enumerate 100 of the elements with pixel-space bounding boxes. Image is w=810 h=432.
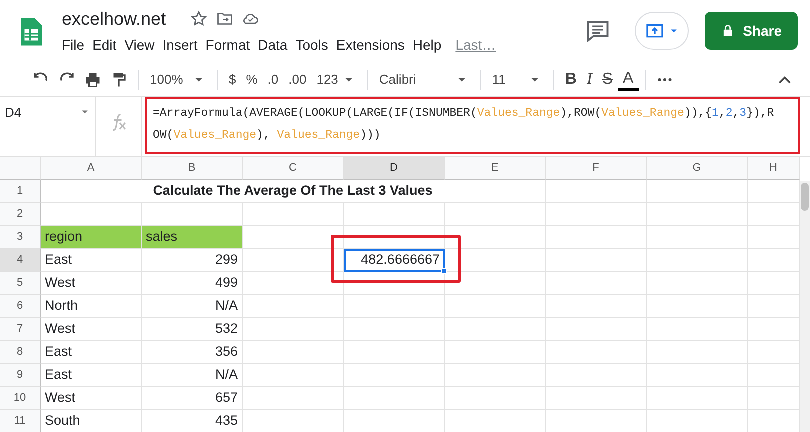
empty-cell[interactable] [243, 249, 344, 272]
font-dropdown[interactable]: Calibri [374, 68, 474, 92]
empty-cell[interactable] [647, 226, 748, 249]
empty-cell[interactable] [546, 387, 647, 410]
empty-cell[interactable] [445, 226, 546, 249]
empty-cell[interactable] [546, 341, 647, 364]
table-cell[interactable]: 482.6666667 [344, 249, 445, 272]
empty-cell[interactable] [647, 364, 748, 387]
empty-cell[interactable] [344, 387, 445, 410]
empty-cell[interactable] [243, 272, 344, 295]
menu-item[interactable]: Extensions [332, 34, 409, 56]
row-header[interactable]: 11 [0, 410, 41, 432]
column-header[interactable]: C [243, 157, 344, 180]
increase-decimals-button[interactable]: .00 [284, 68, 312, 92]
empty-cell[interactable] [243, 295, 344, 318]
column-header[interactable]: A [41, 157, 142, 180]
bold-button[interactable]: B [560, 68, 582, 92]
menu-item[interactable]: Tools [292, 34, 332, 56]
empty-cell[interactable] [647, 203, 748, 226]
number-format-dropdown[interactable]: 123 [312, 68, 362, 92]
menu-item[interactable]: Edit [88, 34, 121, 56]
last-edit-link[interactable]: Last… [456, 34, 496, 56]
row-header[interactable]: 1 [0, 180, 41, 203]
column-header[interactable]: D [344, 157, 445, 180]
row-header[interactable]: 4 [0, 249, 41, 272]
empty-cell[interactable] [647, 249, 748, 272]
share-button[interactable]: Share [705, 12, 798, 50]
font-size-dropdown[interactable]: 11 [487, 68, 548, 92]
empty-cell[interactable] [546, 180, 647, 203]
empty-cell[interactable] [546, 249, 647, 272]
menu-item[interactable]: Format [202, 34, 254, 56]
row-header[interactable]: 7 [0, 318, 41, 341]
empty-cell[interactable] [344, 226, 445, 249]
print-icon[interactable] [84, 71, 102, 89]
menu-item[interactable]: Data [254, 34, 292, 56]
empty-cell[interactable] [445, 249, 546, 272]
empty-cell[interactable] [344, 341, 445, 364]
empty-cell[interactable] [647, 272, 748, 295]
scrollbar[interactable] [800, 181, 810, 432]
column-header[interactable]: G [647, 157, 748, 180]
empty-cell[interactable] [445, 341, 546, 364]
folder-icon[interactable] [216, 10, 234, 28]
name-box[interactable]: D4 [0, 97, 96, 156]
row-header[interactable]: 6 [0, 295, 41, 318]
column-header[interactable]: B [142, 157, 243, 180]
fill-handle[interactable] [441, 268, 447, 274]
empty-cell[interactable] [344, 203, 445, 226]
empty-cell[interactable] [546, 318, 647, 341]
menu-item[interactable]: Help [408, 34, 446, 56]
empty-cell[interactable] [243, 364, 344, 387]
table-cell: 435 [142, 410, 243, 432]
empty-cell[interactable] [445, 318, 546, 341]
percent-button[interactable]: % [241, 68, 263, 92]
empty-cell[interactable] [243, 203, 344, 226]
empty-cell[interactable] [243, 318, 344, 341]
column-header[interactable]: E [445, 157, 546, 180]
empty-cell[interactable] [445, 387, 546, 410]
column-header[interactable]: H [748, 157, 800, 180]
empty-cell[interactable] [445, 272, 546, 295]
menu-item[interactable]: File [58, 34, 89, 56]
empty-cell[interactable] [647, 387, 748, 410]
present-button[interactable] [635, 12, 690, 50]
empty-cell[interactable] [344, 318, 445, 341]
empty-cell[interactable] [647, 318, 748, 341]
star-icon[interactable] [190, 10, 208, 28]
currency-button[interactable]: $ [224, 68, 242, 92]
row-header[interactable]: 8 [0, 341, 41, 364]
empty-cell[interactable] [647, 180, 748, 203]
text-color-button[interactable]: A [618, 70, 639, 90]
empty-cell[interactable] [243, 387, 344, 410]
row-header[interactable]: 10 [0, 387, 41, 410]
empty-cell[interactable] [344, 272, 445, 295]
select-all-corner[interactable] [0, 157, 41, 180]
empty-cell[interactable] [647, 295, 748, 318]
zoom-dropdown[interactable]: 100% [145, 68, 211, 92]
empty-cell[interactable] [344, 295, 445, 318]
column-header[interactable]: F [546, 157, 647, 180]
empty-cell[interactable] [647, 341, 748, 364]
document-title[interactable]: excelhow.net [62, 8, 166, 30]
row-header[interactable]: 2 [0, 203, 41, 226]
empty-cell[interactable] [243, 341, 344, 364]
strikethrough-button[interactable]: S [597, 68, 618, 92]
empty-cell[interactable] [344, 364, 445, 387]
empty-cell[interactable] [445, 203, 546, 226]
empty-cell[interactable] [546, 203, 647, 226]
row-header[interactable]: 3 [0, 226, 41, 249]
row-header[interactable]: 5 [0, 272, 41, 295]
empty-cell[interactable] [546, 364, 647, 387]
scroll-thumb[interactable] [801, 183, 809, 211]
decrease-decimals-button[interactable]: .0 [262, 68, 284, 92]
menu-item[interactable]: Insert [158, 34, 202, 56]
italic-button[interactable]: I [582, 68, 598, 92]
empty-cell[interactable] [546, 226, 647, 249]
empty-cell[interactable] [546, 272, 647, 295]
empty-cell[interactable] [546, 295, 647, 318]
empty-cell[interactable] [445, 364, 546, 387]
menu-item[interactable]: View [120, 34, 159, 56]
row-header[interactable]: 9 [0, 364, 41, 387]
formula-input[interactable]: =ArrayFormula(AVERAGE(LOOKUP(LARGE(IF(ISNUMBER(Values_Range),ROW(Values_Range)),{1,2,3}),ROW(Values_Range), Values_Range))) [153, 103, 781, 147]
empty-cell[interactable] [445, 295, 546, 318]
